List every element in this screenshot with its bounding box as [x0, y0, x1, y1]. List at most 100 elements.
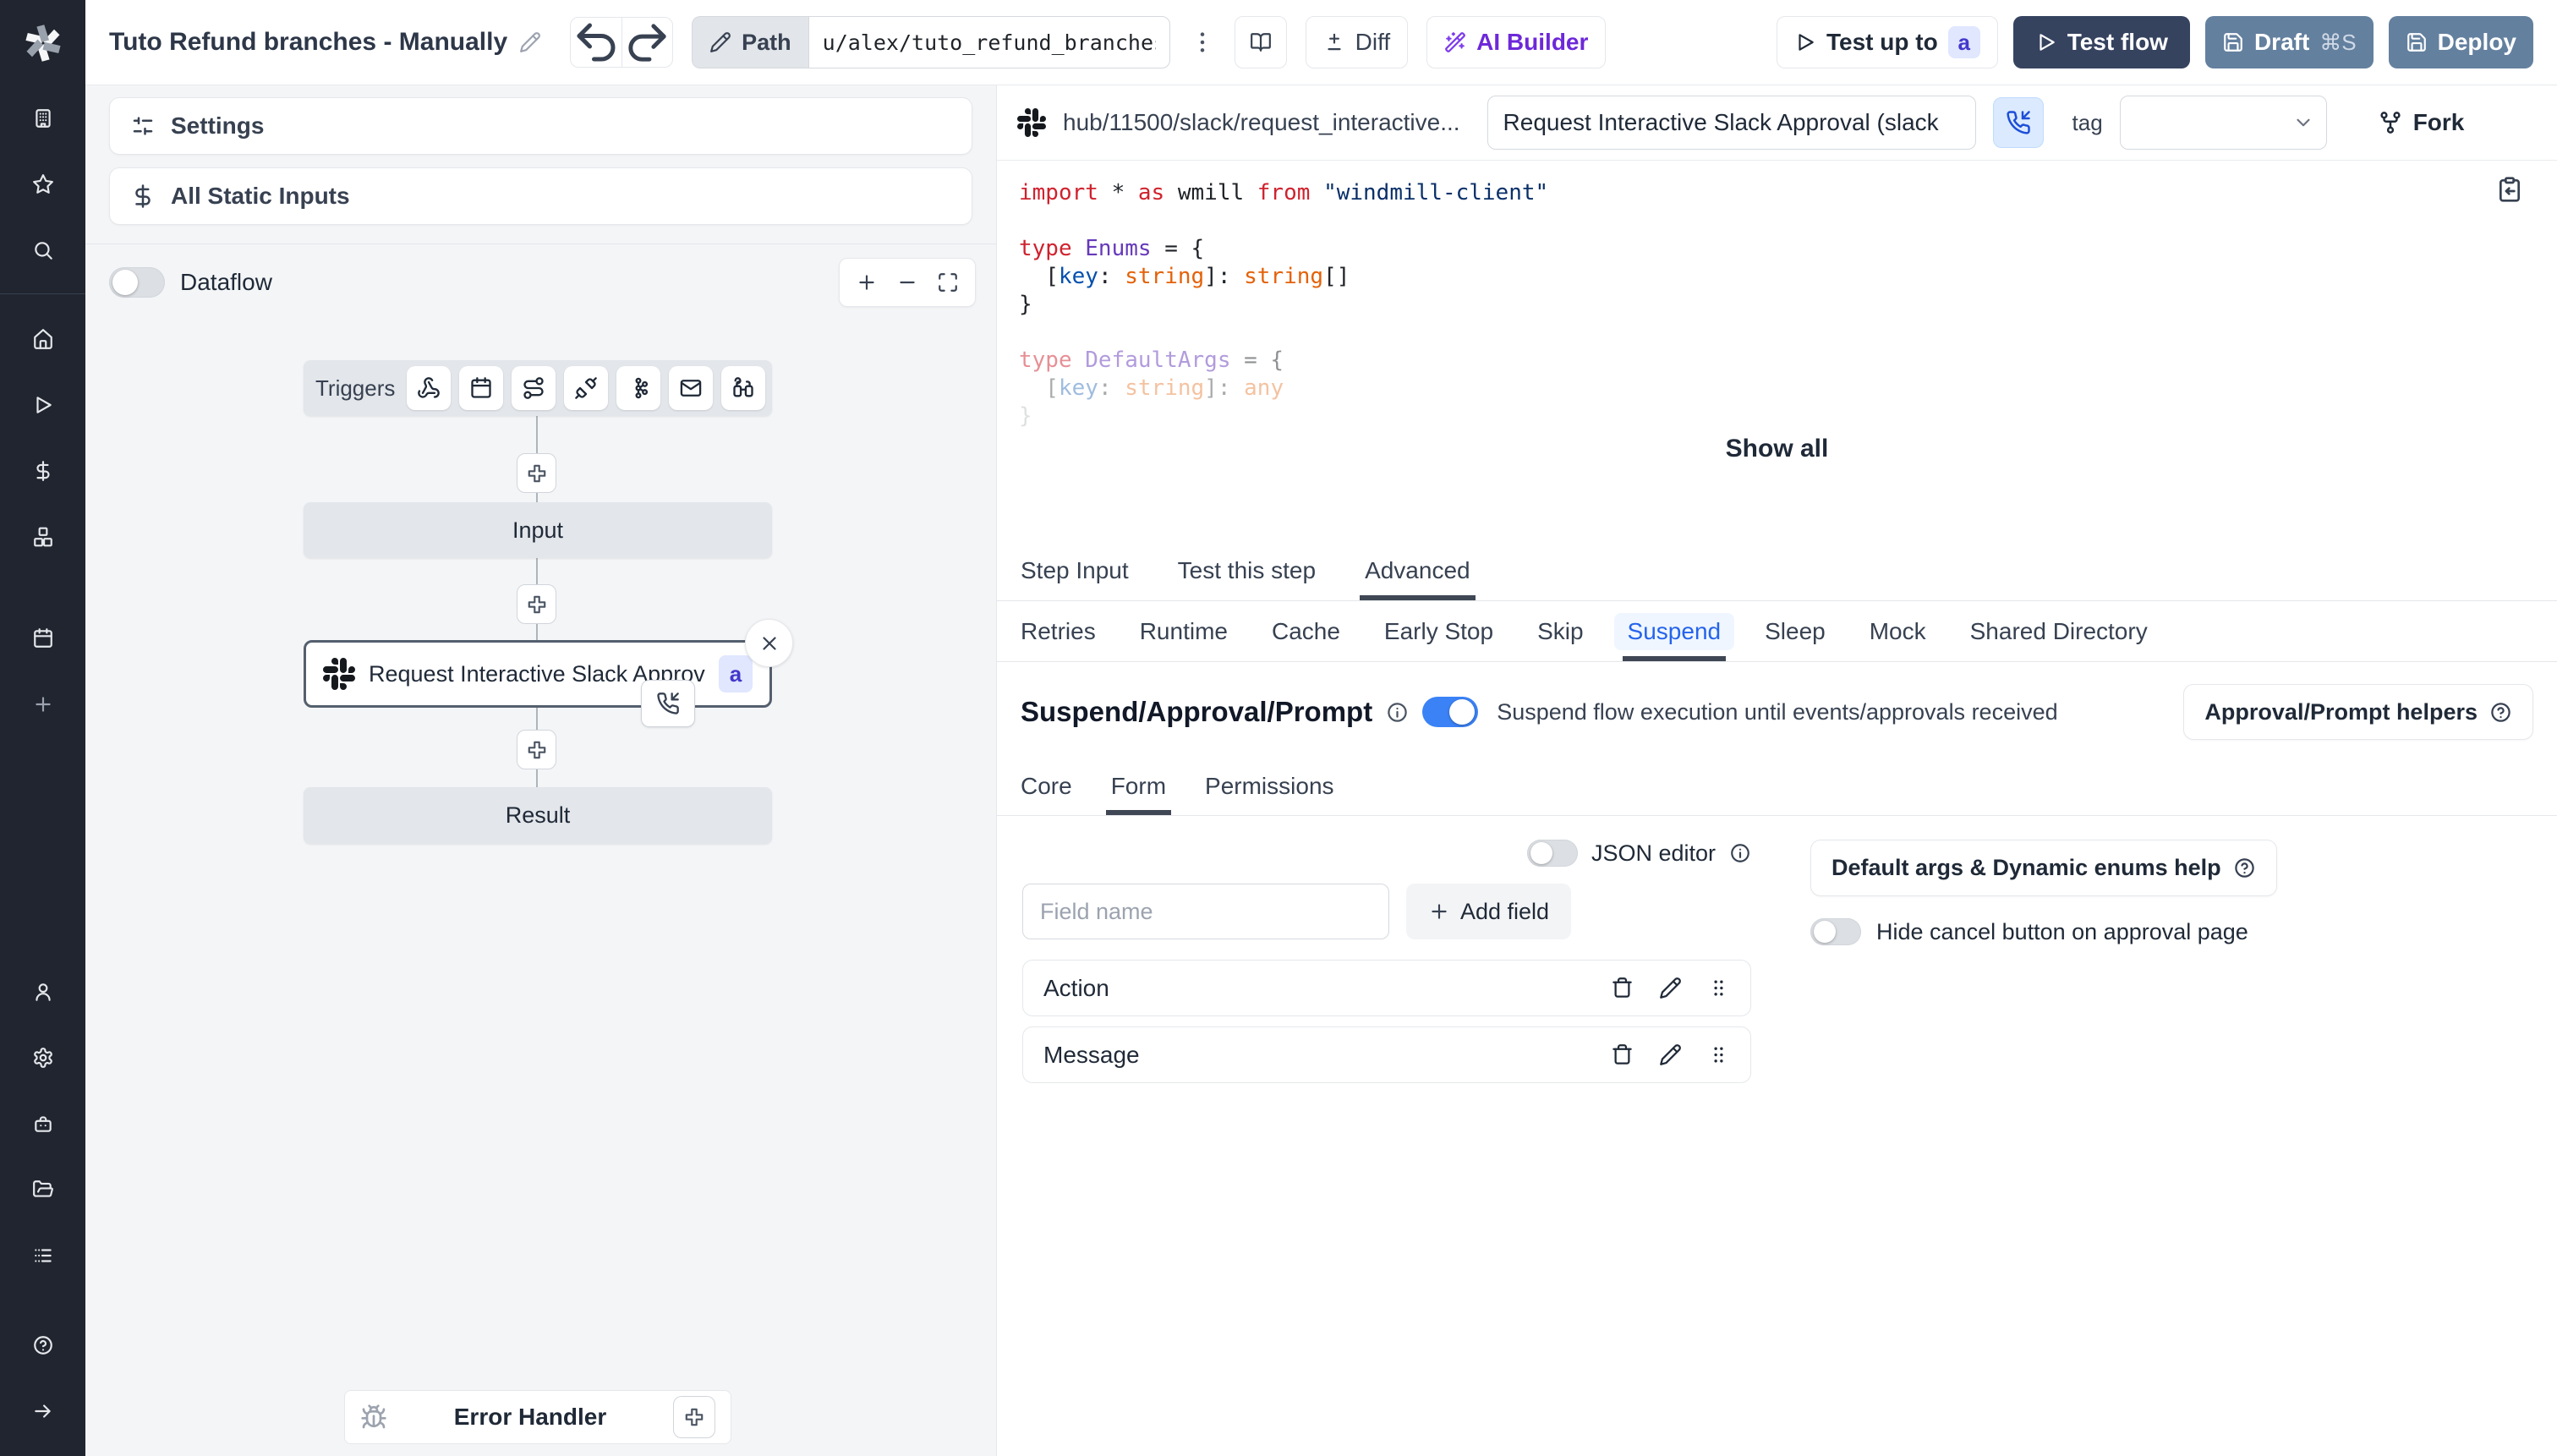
rail-item-help[interactable]: [0, 1312, 85, 1378]
subtab-mock[interactable]: Mock: [1870, 601, 1926, 661]
subtab-sleep[interactable]: Sleep: [1765, 601, 1826, 661]
code-editor[interactable]: import * as wmill from "windmill-client"…: [997, 161, 2557, 429]
more-menu-kebab-icon[interactable]: [1189, 29, 1216, 56]
delete-field-button[interactable]: [1611, 1043, 1634, 1066]
mail-icon: [679, 376, 703, 400]
fork-button[interactable]: Fork: [2378, 109, 2464, 136]
flow-settings-card[interactable]: Settings: [109, 97, 972, 155]
delete-node-button[interactable]: [745, 619, 793, 667]
info-icon[interactable]: [1729, 842, 1751, 864]
rail-item-plus[interactable]: [0, 671, 85, 737]
add-step-button-middle[interactable]: [517, 584, 556, 624]
drag-handle[interactable]: [1707, 1043, 1730, 1066]
diff-button[interactable]: Diff: [1305, 16, 1409, 68]
suspend-tab-form[interactable]: Form: [1105, 757, 1172, 815]
edit-field-button[interactable]: [1659, 977, 1682, 999]
undo-button[interactable]: [571, 18, 621, 67]
rail-item-boxes[interactable]: [0, 504, 85, 570]
tag-select[interactable]: [2119, 96, 2327, 150]
rail-item-home[interactable]: [0, 306, 85, 372]
trigger-calendar-button[interactable]: [459, 366, 504, 410]
slack-approval-node[interactable]: Request Interactive Slack Approval (... …: [304, 619, 793, 727]
input-node[interactable]: Input: [304, 502, 772, 558]
suspend-toggle[interactable]: [1422, 697, 1479, 727]
tab-advanced[interactable]: Advanced: [1360, 541, 1476, 600]
subtab-cache[interactable]: Cache: [1272, 601, 1340, 661]
trigger-kafka-button[interactable]: [616, 366, 661, 410]
zoom-out-button[interactable]: [887, 262, 928, 303]
add-step-button-top[interactable]: [517, 453, 556, 493]
trigger-poll-button[interactable]: [721, 366, 766, 410]
suspend-phone-button[interactable]: [1992, 97, 2044, 148]
rail-item-arrow-right[interactable]: [0, 1378, 85, 1444]
add-error-handler-button[interactable]: [673, 1396, 715, 1438]
path-pill[interactable]: Path: [692, 16, 808, 68]
default-args-help-button[interactable]: Default args & Dynamic enums help: [1810, 840, 2277, 896]
dataflow-toggle[interactable]: [109, 267, 165, 298]
json-editor-toggle[interactable]: [1526, 840, 1578, 867]
rail-item-dollar[interactable]: [0, 438, 85, 504]
fit-view-button[interactable]: [928, 262, 968, 303]
subtab-early-stop[interactable]: Early Stop: [1384, 601, 1493, 661]
info-icon[interactable]: [1386, 701, 1409, 724]
result-node[interactable]: Result: [304, 787, 772, 844]
subtab-skip[interactable]: Skip: [1537, 601, 1583, 661]
arrow-right-icon: [32, 1400, 54, 1422]
subtab-suspend[interactable]: Suspend: [1613, 601, 1735, 661]
delete-field-button[interactable]: [1611, 977, 1634, 999]
trigger-webhook-button[interactable]: [407, 366, 452, 410]
gear-icon: [32, 1047, 54, 1069]
static-inputs-label: All Static Inputs: [171, 183, 350, 209]
error-handler-node[interactable]: Error Handler: [344, 1390, 731, 1444]
trigger-plug-button[interactable]: [564, 366, 609, 410]
trigger-route-button[interactable]: [512, 366, 556, 410]
suspend-tab-permissions[interactable]: Permissions: [1205, 757, 1333, 815]
rail-item-bot[interactable]: [0, 1091, 85, 1157]
deploy-button[interactable]: Deploy: [2388, 16, 2533, 68]
subtab-shared-directory[interactable]: Shared Directory: [1970, 601, 2148, 661]
test-flow-button[interactable]: Test flow: [2012, 16, 2190, 68]
error-handler-label: Error Handler: [453, 1404, 607, 1430]
rail-item-folder[interactable]: [0, 1157, 85, 1223]
suspend-phone-badge[interactable]: [641, 680, 695, 727]
rail-item-user[interactable]: [0, 959, 85, 1025]
test-up-to-button[interactable]: Test up to a: [1777, 16, 1998, 68]
field-name-input[interactable]: [1022, 884, 1389, 939]
rail-item-calendar[interactable]: [0, 605, 85, 671]
rail-item-list[interactable]: [0, 1223, 85, 1289]
subtab-runtime[interactable]: Runtime: [1140, 601, 1228, 661]
tab-step-input[interactable]: Step Input: [1021, 541, 1129, 600]
add-step-button-bottom[interactable]: [517, 730, 556, 769]
path-input[interactable]: [808, 16, 1170, 68]
redo-button[interactable]: [621, 18, 672, 67]
rail-item-play[interactable]: [0, 372, 85, 438]
show-all-button[interactable]: Show all: [1707, 428, 1848, 470]
field-row-message[interactable]: Message: [1022, 1026, 1751, 1083]
hide-cancel-label: Hide cancel button on approval page: [1876, 918, 2248, 944]
field-row-action[interactable]: Action: [1022, 960, 1751, 1016]
edit-field-button[interactable]: [1659, 1043, 1682, 1066]
triggers-node[interactable]: Triggers: [304, 360, 772, 416]
rail-item-star[interactable]: [0, 151, 85, 217]
step-title-input[interactable]: [1487, 96, 1976, 150]
add-field-button[interactable]: Add field: [1406, 884, 1572, 939]
windmill-logo-icon[interactable]: [0, 0, 85, 85]
drag-handle[interactable]: [1707, 977, 1730, 999]
docs-book-button[interactable]: [1234, 16, 1287, 68]
all-static-inputs-card[interactable]: All Static Inputs: [109, 167, 972, 225]
hide-cancel-toggle[interactable]: [1810, 918, 1861, 945]
edit-title-pencil-icon[interactable]: [519, 31, 541, 53]
ai-builder-button[interactable]: AI Builder: [1426, 16, 1607, 68]
draft-button[interactable]: Draft ⌘S: [2204, 16, 2374, 68]
rail-item-search[interactable]: [0, 217, 85, 283]
trigger-mail-button[interactable]: [669, 366, 714, 410]
approval-prompt-helpers-button[interactable]: Approval/Prompt helpers: [2183, 684, 2533, 740]
clipboard-paste-icon[interactable]: [2496, 176, 2523, 211]
zoom-in-button[interactable]: [846, 262, 887, 303]
rail-item-gear[interactable]: [0, 1025, 85, 1091]
rail-item-building[interactable]: [0, 85, 85, 151]
code-line: }: [1019, 403, 1032, 429]
subtab-retries[interactable]: Retries: [1021, 601, 1096, 661]
suspend-tab-core[interactable]: Core: [1021, 757, 1072, 815]
tab-test-this-step[interactable]: Test this step: [1178, 541, 1316, 600]
